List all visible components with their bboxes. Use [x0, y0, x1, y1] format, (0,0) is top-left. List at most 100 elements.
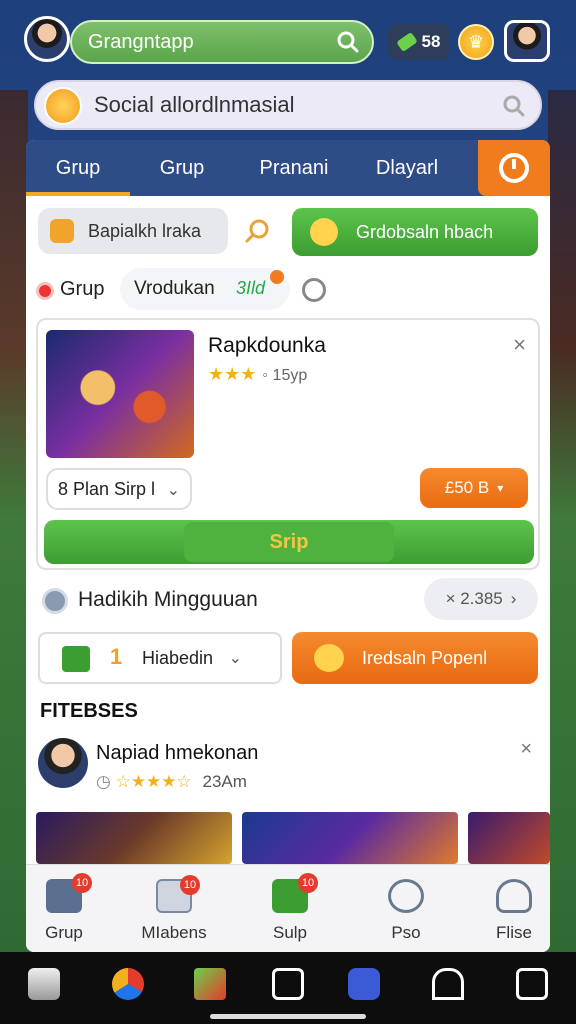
price-button[interactable]: £50 B ▾: [420, 468, 528, 508]
system-dock: [0, 952, 576, 1024]
chest-icon: [50, 219, 74, 243]
tab-grup-1[interactable]: Grup: [26, 140, 130, 196]
product-rating: ★★★ ◦ 15yp: [208, 364, 307, 385]
review-item[interactable]: Napiad hmekonan ◷ ☆★★★☆ 23Am ×: [30, 732, 546, 802]
power-icon: [499, 153, 529, 183]
emblem-icon: [44, 87, 82, 125]
tab-pranani[interactable]: Pranani: [234, 140, 354, 196]
gallery-icon: 10: [156, 875, 200, 913]
review-rating: ◷ ☆★★★☆ 23Am: [96, 772, 247, 792]
cube-app-icon[interactable]: [194, 968, 226, 1000]
thumbnail-image[interactable]: [36, 812, 232, 864]
orange-action-label: Iredsaln Popenl: [362, 647, 488, 668]
group-row: Grup Vrodukan 3Ild: [36, 268, 536, 312]
nav-item-sulp[interactable]: 10 Sulp: [240, 873, 340, 949]
user-avatar[interactable]: [24, 16, 70, 62]
price-value: £50 B: [444, 478, 490, 497]
nav-item-pso[interactable]: Pso: [356, 873, 456, 949]
reviewer-avatar: [38, 738, 88, 788]
top-bar: Grangntapp 58 ♛: [0, 0, 576, 80]
weekly-label: Hadikih Mingguuan: [78, 588, 258, 611]
nav-item-miabens[interactable]: 10 MIabens: [124, 873, 224, 949]
product-chip-label: Vrodukan: [134, 278, 215, 299]
search-icon[interactable]: [336, 30, 360, 54]
review-meta: 23Am: [202, 772, 247, 791]
main-card: Grup Grup Pranani Dlayarl Bapialkh lraka…: [26, 140, 550, 952]
weekly-count-pill[interactable]: × 2.385 ›: [424, 578, 538, 620]
star-icons: ★★★: [208, 364, 257, 384]
mascot-icon: [314, 644, 344, 672]
weekly-row: Hadikih Mingguuan × 2.385 ›: [38, 576, 538, 624]
shield-icon: [42, 588, 68, 614]
nav-item-grup[interactable]: 10 Grup: [26, 873, 114, 949]
buy-button[interactable]: Srip: [44, 520, 534, 564]
recents-icon[interactable]: [516, 968, 548, 1000]
chevron-right-icon: ›: [510, 589, 517, 608]
currency-counter[interactable]: 58: [388, 24, 450, 60]
gift-icon: [62, 646, 90, 672]
active-tab-indicator: [26, 192, 130, 196]
green-action-label: Grdobsaln hbach: [356, 221, 494, 242]
top-search-text: Grangntapp: [88, 30, 194, 53]
top-search-bar[interactable]: Grangntapp: [70, 20, 374, 64]
nav-badge: 10: [180, 875, 200, 895]
crown-button[interactable]: ♛: [458, 24, 494, 60]
plan-select[interactable]: 8 Plan Sirp l ⌄: [46, 468, 192, 510]
tab-bar: Grup Grup Pranani Dlayarl: [26, 140, 550, 196]
filter-row: Bapialkh lraka Grdobsaln hbach: [38, 208, 538, 258]
check-icon: 10: [272, 873, 318, 913]
search-icon[interactable]: [244, 218, 270, 244]
power-button[interactable]: [478, 140, 550, 196]
green-action-button[interactable]: Grdobsaln hbach: [292, 208, 538, 256]
section-title: FITEBSES: [40, 700, 138, 722]
product-card: Rapkdounka × ★★★ ◦ 15yp 8 Plan Sirp l ⌄ £…: [36, 318, 540, 570]
thumbnail-image[interactable]: [242, 812, 458, 864]
tab-grup-2[interactable]: Grup: [130, 140, 234, 196]
profile-icon: [496, 879, 532, 913]
group-label: Grup: [60, 278, 105, 300]
category-filter[interactable]: Bapialkh lraka: [38, 208, 228, 254]
browser-app-icon[interactable]: [112, 968, 144, 1000]
thumbnail-image[interactable]: [468, 812, 550, 864]
refresh-icon[interactable]: [302, 278, 326, 302]
category-filter-label: Bapialkh lraka: [88, 220, 202, 241]
orange-action-button[interactable]: Iredsaln Popenl: [292, 632, 538, 684]
hexagon-app-icon[interactable]: [272, 968, 304, 1000]
tab-dlayarl[interactable]: Dlayarl: [354, 140, 460, 196]
nav-label: Flise: [496, 923, 532, 942]
stack-app-icon[interactable]: [28, 968, 60, 1000]
nav-badge: 10: [298, 873, 318, 893]
background-right: [548, 90, 576, 950]
thumbnail-strip: [36, 812, 550, 864]
reviewer-name: Napiad hmekonan: [96, 742, 259, 764]
search-icon[interactable]: [502, 94, 526, 118]
game-app-icon[interactable]: [348, 968, 380, 1000]
social-search-bar[interactable]: Social allordlnmasial: [34, 80, 542, 130]
home-icon: 10: [46, 873, 92, 913]
star-icons: ☆★★★☆: [115, 772, 192, 791]
quantity-number: 1: [110, 644, 123, 669]
notification-badge: [270, 270, 284, 284]
nav-label: Sulp: [272, 923, 308, 942]
friend-avatar[interactable]: [504, 20, 550, 62]
action-row: 1 Hiabedin ⌄ Iredsaln Popenl: [38, 632, 538, 688]
bottom-nav: 10 Grup 10 MIabens 10 Sulp Pso Flise: [26, 864, 550, 952]
nav-label: Pso: [391, 923, 421, 942]
nav-label: Grup: [45, 923, 83, 942]
pin-icon: [388, 879, 424, 913]
product-chip[interactable]: Vrodukan 3Ild: [120, 268, 290, 310]
nav-label: MIabens: [141, 923, 207, 942]
record-icon: [36, 282, 54, 300]
close-icon[interactable]: ×: [513, 332, 526, 358]
quantity-select[interactable]: 1 Hiabedin ⌄: [38, 632, 282, 684]
close-icon[interactable]: ×: [520, 738, 532, 761]
coins-value: 58: [421, 32, 441, 51]
product-image[interactable]: [46, 330, 194, 458]
clock-icon: ◷: [96, 772, 111, 791]
buy-button-label: Srip: [184, 522, 394, 562]
nav-item-flise[interactable]: Flise: [464, 873, 550, 949]
product-chip-count: 3Ild: [236, 278, 266, 298]
product-title: Rapkdounka: [208, 334, 326, 357]
home-indicator[interactable]: [210, 1014, 366, 1019]
home-icon[interactable]: [432, 968, 464, 1000]
